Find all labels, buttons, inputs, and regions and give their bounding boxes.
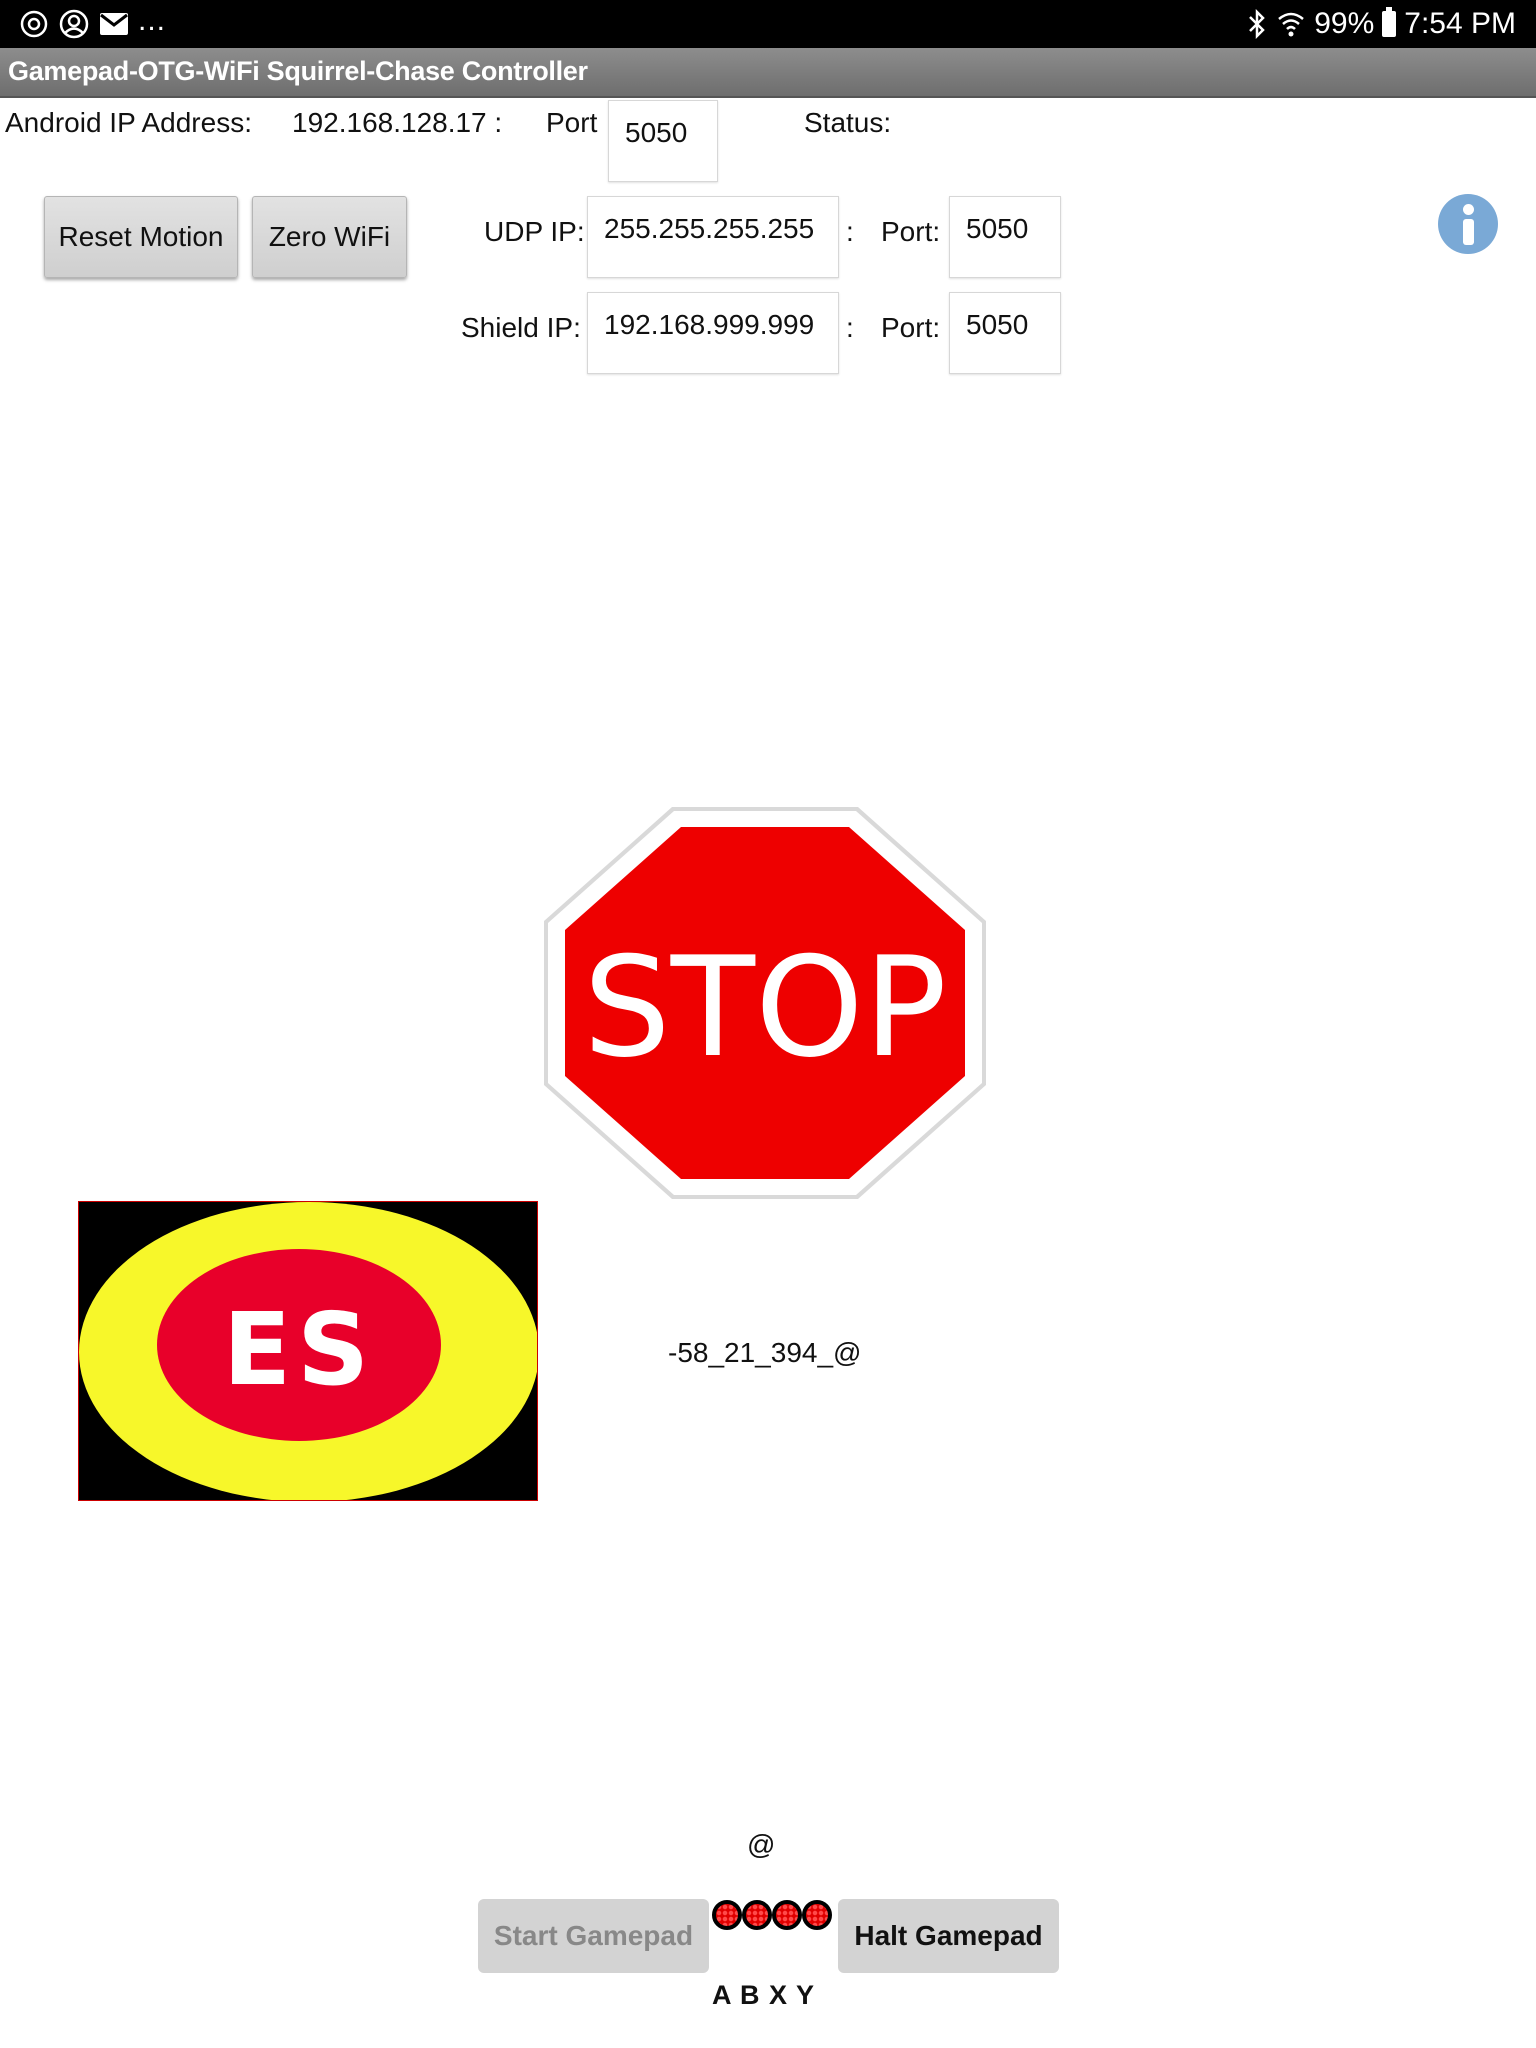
status-bar-right: 99% 7:54 PM: [1246, 6, 1516, 42]
shield-ip-label: Shield IP:: [461, 312, 581, 343]
udp-ip-label: UDP IP:: [484, 216, 585, 247]
battery-icon: [1382, 7, 1397, 37]
udp-ip-field[interactable]: 255.255.255.255: [587, 196, 839, 278]
udp-port-label: Port:: [881, 216, 941, 247]
gamepad-button-letters: A B X Y: [712, 1980, 816, 2010]
status-bar: ... 99% 7:54 PM: [0, 0, 1536, 48]
zero-wifi-button[interactable]: Zero WiFi: [252, 196, 407, 278]
gamepad-at-indicator: @: [747, 1829, 776, 1860]
halt-gamepad-button[interactable]: Halt Gamepad: [838, 1899, 1059, 1973]
led-b: [742, 1900, 772, 1930]
led-x: [772, 1900, 802, 1930]
app-title-bar: Gamepad-OTG-WiFi Squirrel-Chase Controll…: [0, 48, 1536, 98]
wifi-icon: [1278, 12, 1305, 37]
info-icon[interactable]: [1438, 194, 1498, 254]
clock: 7:54 PM: [1404, 7, 1516, 40]
emergency-stop-button[interactable]: ES: [78, 1201, 538, 1501]
led-y: [802, 1900, 832, 1930]
reset-motion-button[interactable]: Reset Motion: [44, 196, 238, 278]
more-notifications-indicator: ...: [138, 4, 167, 37]
android-port-label: Port: [546, 107, 598, 138]
stop-sign-text: STOP: [583, 927, 947, 1088]
udp-separator: :: [846, 216, 854, 247]
status-label: Status:: [804, 107, 892, 138]
shield-port-field[interactable]: 5050: [949, 292, 1061, 374]
led-a: [712, 1900, 742, 1930]
android-ip-label: Android IP Address:: [5, 107, 252, 138]
email-icon: [100, 13, 128, 35]
stop-sign-button[interactable]: STOP: [540, 803, 990, 1203]
start-gamepad-button[interactable]: Start Gamepad: [478, 1899, 709, 1973]
android-ip-value: 192.168.128.17 :: [292, 107, 503, 138]
settings-circle-icon: [20, 10, 48, 38]
es-text: ES: [223, 1291, 375, 1408]
bluetooth-icon: [1249, 9, 1265, 39]
account-circle-icon: [59, 9, 89, 39]
emergency-stop-graphic: ES: [79, 1202, 537, 1500]
shield-ip-field[interactable]: 192.168.999.999: [587, 292, 839, 374]
udp-port-field[interactable]: 5050: [949, 196, 1061, 278]
shield-separator: :: [846, 312, 854, 343]
gamepad-readout: -58_21_394_@: [668, 1337, 862, 1368]
android-port-field[interactable]: 5050: [608, 100, 718, 182]
app-title: Gamepad-OTG-WiFi Squirrel-Chase Controll…: [8, 56, 588, 86]
gamepad-button-leds: [712, 1900, 838, 1936]
shield-port-label: Port:: [881, 312, 941, 343]
battery-percent: 99%: [1314, 7, 1375, 40]
